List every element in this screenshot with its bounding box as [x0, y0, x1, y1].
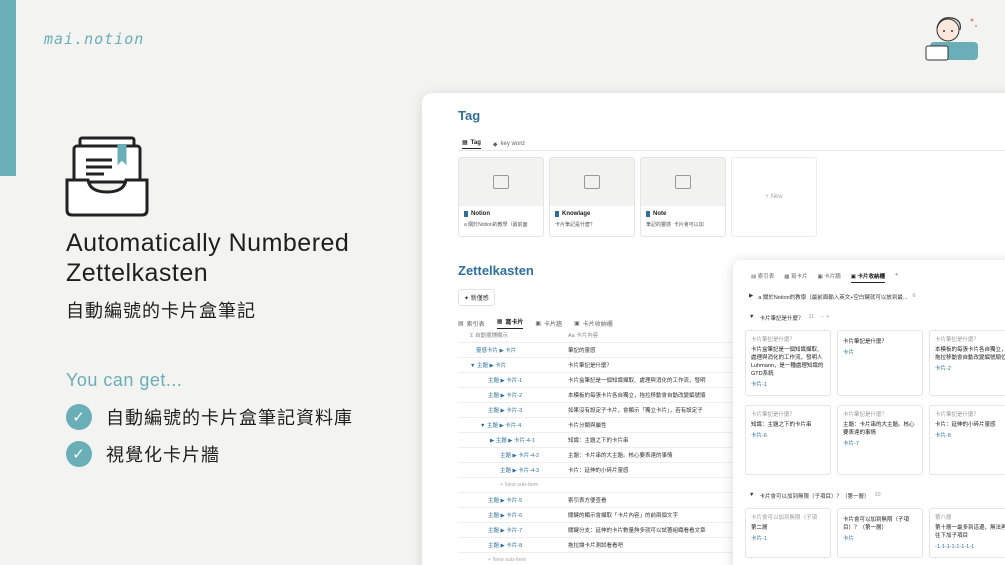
feature-item: ✓ 自動編號的卡片盒筆記資料庫 [66, 404, 353, 430]
table-row[interactable]: ▼ 主題 ▶ 卡片-4 卡片分類與屬性 [458, 418, 748, 433]
tab-card-cabinet[interactable]: ▣ 卡片收納櫃 [850, 272, 885, 283]
brand-logo: mai.notion [44, 30, 145, 48]
table-row[interactable]: ▼ 主題 ▶ 卡片 卡片筆記是什麼？ [458, 358, 748, 373]
page-thumb [459, 158, 543, 206]
gallery-card[interactable]: 卡片會可以加到無限（子項 第二層 卡片-1 [745, 508, 831, 558]
table-row[interactable]: 主題 ▶ 卡片-2 本模板的每張卡片各自獨立，拖拉移動會自動改變編號順 [458, 388, 748, 403]
you-can-get-heading: You can get... [66, 370, 183, 390]
table-row[interactable]: 主題 ▶ 卡片-4-2 主題：卡片串的大主題。核心要表達的事情 [458, 448, 748, 463]
page-thumb [641, 158, 725, 206]
feature-label: 自動編號的卡片盒筆記資料庫 [106, 408, 353, 428]
table-row[interactable]: 主題 ▶ 卡片-5 索引表方便查看 [458, 493, 748, 508]
bookmark-icon [646, 211, 650, 217]
gallery-card[interactable]: 卡片筆記是什麼？ 本模板的每張卡片各自獨立，拖拉移動會自動改變編號順位 卡片-2 [929, 330, 1005, 396]
table-row[interactable]: 靈感卡片 ▶ 卡片 筆記的靈感 [458, 343, 748, 358]
check-icon: ✓ [66, 441, 92, 467]
zettel-table: Σ 自動擺鋪顯示 Aa 卡片內容 靈感卡片 ▶ 卡片 筆記的靈感 ▼ 主題 ▶ 卡… [458, 328, 748, 565]
tab-index[interactable]: ▤ 索引表 [751, 272, 774, 283]
tab-card-wall[interactable]: ▣ 卡片牆 [818, 272, 841, 283]
gallery-card[interactable]: 卡片筆記是什麼？ 卡片 [837, 330, 923, 396]
tag-card[interactable]: Knowlage 卡片筆記是什麼？ [549, 157, 635, 237]
table-row[interactable]: 主題 ▶ 卡片-6 關鍵的顯示會擷取「卡片內容」的前兩個文字 [458, 508, 748, 523]
feature-item: ✓ 視覺化卡片牆 [66, 441, 220, 467]
title-line-1: Automatically Numbered [66, 229, 350, 257]
gallery-card[interactable]: 卡片筆記是什麼？ 主題：卡片串的大主題。核心要表達的事情 卡片-7 [837, 405, 923, 475]
tab-write-card[interactable]: ▦ 寫卡片 [784, 272, 807, 283]
new-sub-item[interactable]: + New sub-item [458, 553, 748, 565]
bookmark-icon [464, 211, 468, 217]
card-gallery-view: ▤ 索引表 ▦ 寫卡片 ▣ 卡片牆 ▣ 卡片收納櫃 + ▶ a 關於Notion的… [733, 260, 1005, 565]
gallery-card[interactable]: 卡片筆記是什麼？ 卡片盒筆記是一個知識擷取、處理與消化的工作流，發明人 Luhma… [745, 330, 831, 396]
tag-section-title: Tag [458, 108, 481, 123]
table-header: Σ 自動擺鋪顯示 Aa 卡片內容 [458, 328, 748, 343]
table-row[interactable]: 主題 ▶ 卡片-4-3 卡片：延伸的小碎片靈感 [458, 463, 748, 478]
bookmark-icon [555, 211, 559, 217]
title-line-2: Zettelkasten [66, 259, 209, 287]
feature-label: 視覺化卡片牆 [106, 445, 220, 465]
tab-tag[interactable]: ▦ Tag [462, 139, 481, 149]
accent-strip [0, 0, 16, 176]
tag-card[interactable]: Notion a 關於Notion的教學（最前面 [458, 157, 544, 237]
new-sub-item[interactable]: + New sub-item [458, 478, 748, 493]
tag-tabs: ▦ Tag ◆ key word [462, 139, 525, 149]
gallery-card[interactable]: 卡片筆記是什麼？ 知識：主題之下的卡片串 卡片-6 [745, 405, 831, 475]
subtitle-zh: 自動編號的卡片盒筆記 [66, 301, 256, 321]
tab-key-word[interactable]: ◆ key word [493, 139, 525, 149]
divider [458, 150, 1005, 151]
gallery-group-header[interactable]: ▼ 卡片筆記是什麼？ 11 ··· + [749, 314, 829, 322]
page-thumb [550, 158, 634, 206]
gallery-card[interactable]: 卡片筆記是什麼？ 卡片：延伸的小碎片靈感 卡片-8 [929, 405, 1005, 475]
add-view-icon[interactable]: + [895, 272, 898, 283]
table-row[interactable]: ▶ 主題 ▶ 卡片-4-1 知識：主題之下的卡片串 [458, 433, 748, 448]
gallery-group-header[interactable]: ▼ 卡片會可以加到無限（子項目）？（第一層） 10 [749, 492, 881, 500]
zettel-section-title: Zettelkasten [458, 263, 534, 278]
table-row[interactable]: 主題 ▶ 卡片-1 卡片盒筆記是一個知識擷取、處理與消化的工作流，發明 [458, 373, 748, 388]
table-row[interactable]: 主題 ▶ 卡片-3 如果沒有設定子卡片，會顯示「獨立卡片」，若有設定子 [458, 403, 748, 418]
gallery-tabs: ▤ 索引表 ▦ 寫卡片 ▣ 卡片牆 ▣ 卡片收納櫃 + [751, 272, 898, 283]
gallery-card[interactable]: 卡片會可以加到無限（子項目）？（第一層） 卡片 [837, 508, 923, 558]
avatar-illustration-icon [925, 17, 978, 61]
table-row[interactable]: 主題 ▶ 卡片-7 關鍵分支：延伸的卡片數量夠多就可以試著組織看看文章 [458, 523, 748, 538]
new-button[interactable]: ✦ 新僅感 [458, 289, 495, 306]
table-row[interactable]: 主題 ▶ 卡片-8 拖拉讓卡片測試看看吧 [458, 538, 748, 553]
card-box-icon [65, 136, 149, 217]
gallery-group-header[interactable]: ▶ a 關於Notion的教學（最前面輸入英文+空白鍵就可以放到最... 6 [749, 293, 916, 301]
page-title: Automatically Numbered Zettelkasten [66, 228, 349, 288]
gallery-card[interactable]: 第八層 第十層一最多到這邊，無法再往下加子項目 -1-1-1-1-1-1-1-1 [929, 508, 1005, 558]
check-icon: ✓ [66, 404, 92, 430]
tag-card[interactable]: Note 筆記的靈感 卡片會可以加 [640, 157, 726, 237]
new-card-button[interactable]: + New [731, 157, 817, 237]
